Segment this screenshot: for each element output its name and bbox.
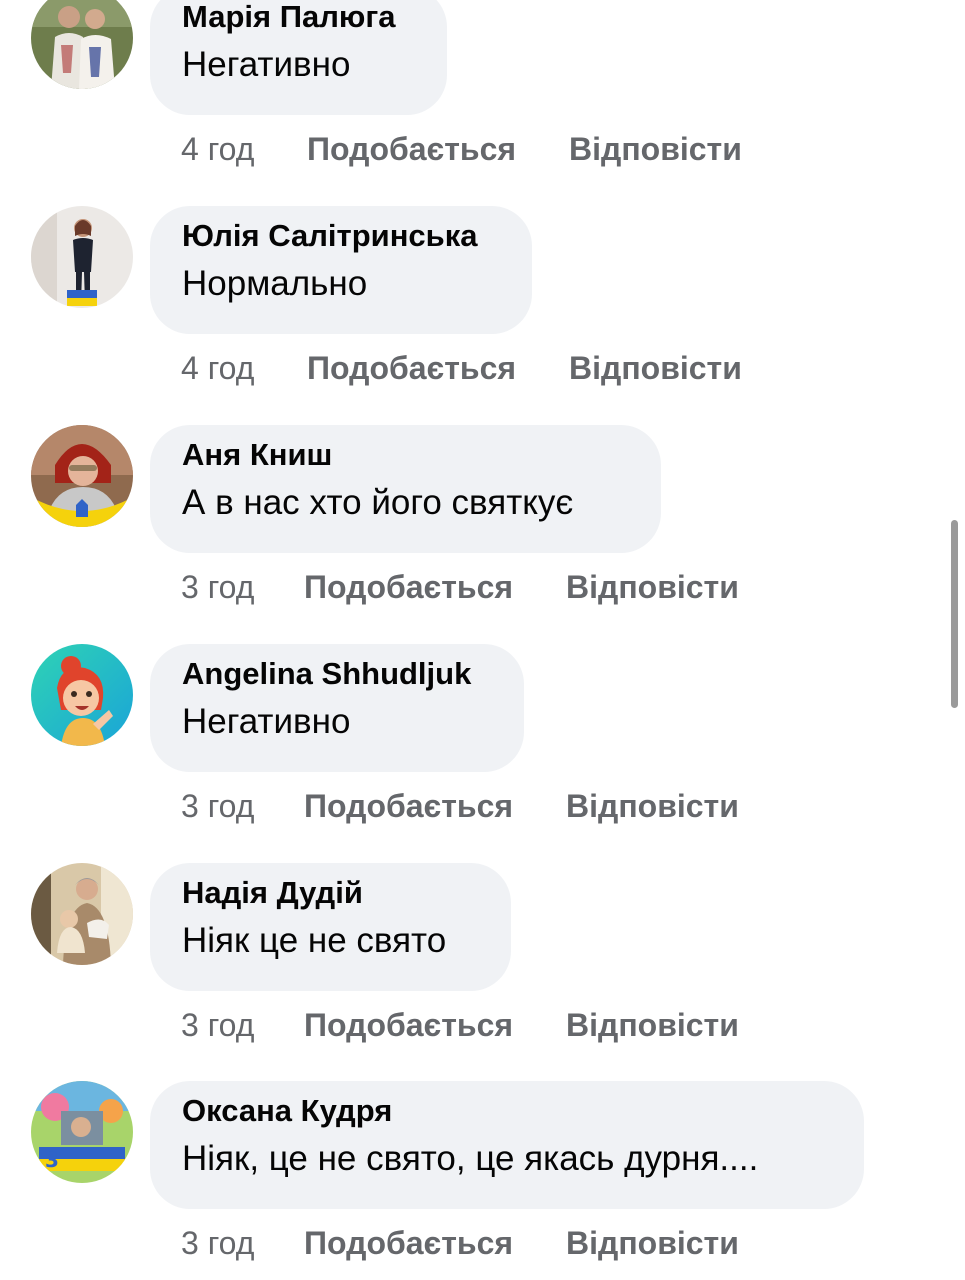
comment-text: А в нас хто його святкує	[182, 483, 574, 522]
comment-time[interactable]: 3 год	[181, 565, 304, 609]
comment-item: 3 Оксана Кудря Ніяк, це не свято, це яка…	[0, 1081, 965, 1280]
comment-actions: 4 год Подобається Відповісти	[181, 346, 742, 390]
reply-button[interactable]: Відповісти	[569, 346, 742, 390]
comment-text: Нормально	[182, 264, 368, 303]
comment-time[interactable]: 3 год	[181, 1221, 304, 1265]
reply-button[interactable]: Відповісти	[569, 127, 742, 171]
comment-item: Юлія Салітринська Нормально 4 год Подобає…	[0, 206, 965, 424]
user-avatar-photo[interactable]: 3	[31, 1081, 133, 1183]
comment-actions: 3 год Подобається Відповісти	[181, 1003, 739, 1047]
comment-time[interactable]: 4 год	[181, 127, 307, 171]
reply-button[interactable]: Відповісти	[566, 1221, 739, 1265]
comment-item: Angelina Shhudljuk Негативно 3 год Подоба…	[0, 644, 965, 862]
comment-text: Ніяк, це не свято, це якась дурня....	[182, 1139, 759, 1178]
comment-bubble: Аня Книш А в нас хто його святкує	[150, 425, 661, 553]
comment-actions: 4 год Подобається Відповісти	[181, 127, 742, 171]
like-button[interactable]: Подобається	[307, 346, 569, 390]
user-avatar-photo[interactable]	[31, 425, 133, 527]
like-button[interactable]: Подобається	[304, 565, 566, 609]
like-button[interactable]: Подобається	[304, 1221, 566, 1265]
comment-actions: 3 год Подобається Відповісти	[181, 784, 739, 828]
comment-author[interactable]: Юлія Салітринська	[182, 216, 500, 256]
comment-text: Негативно	[182, 702, 351, 741]
comment-bubble: Юлія Салітринська Нормально	[150, 206, 532, 334]
user-avatar-photo[interactable]	[31, 0, 133, 89]
reply-button[interactable]: Відповісти	[566, 1003, 739, 1047]
comment-time[interactable]: 4 год	[181, 346, 307, 390]
comment-author[interactable]: Марія Палюга	[182, 0, 415, 37]
comment-author[interactable]: Angelina Shhudljuk	[182, 654, 492, 694]
comment-actions: 3 год Подобається Відповісти	[181, 565, 739, 609]
comment-text: Ніяк це не свято	[182, 921, 447, 960]
comment-bubble: Надія Дудій Ніяк це не свято	[150, 863, 511, 991]
comment-text: Негативно	[182, 45, 351, 84]
user-avatar-photo[interactable]	[31, 863, 133, 965]
comment-time[interactable]: 3 год	[181, 784, 304, 828]
comment-item: Марія Палюга Негативно 4 год Подобається В…	[0, 0, 965, 205]
comment-author[interactable]: Аня Книш	[182, 435, 629, 475]
comment-item: Аня Книш А в нас хто його святкує 3 год П…	[0, 425, 965, 643]
reply-button[interactable]: Відповісти	[566, 784, 739, 828]
comments-page: Марія Палюга Негативно 4 год Подобається В…	[0, 0, 965, 1280]
comment-author[interactable]: Оксана Кудря	[182, 1091, 832, 1131]
like-button[interactable]: Подобається	[307, 127, 569, 171]
comment-bubble: Оксана Кудря Ніяк, це не свято, це якась…	[150, 1081, 864, 1209]
comment-time[interactable]: 3 год	[181, 1003, 304, 1047]
like-button[interactable]: Подобається	[304, 784, 566, 828]
comment-actions: 3 год Подобається Відповісти	[181, 1221, 739, 1265]
user-avatar-photo[interactable]	[31, 206, 133, 308]
svg-text:3: 3	[45, 1148, 59, 1172]
comment-item: Надія Дудій Ніяк це не свято 3 год Подоба…	[0, 863, 965, 1081]
comment-bubble: Angelina Shhudljuk Негативно	[150, 644, 524, 772]
like-button[interactable]: Подобається	[304, 1003, 566, 1047]
comment-bubble: Марія Палюга Негативно	[150, 0, 447, 115]
reply-button[interactable]: Відповісти	[566, 565, 739, 609]
comment-author[interactable]: Надія Дудій	[182, 873, 479, 913]
user-avatar-photo[interactable]	[31, 644, 133, 746]
scrollbar[interactable]	[951, 520, 958, 708]
